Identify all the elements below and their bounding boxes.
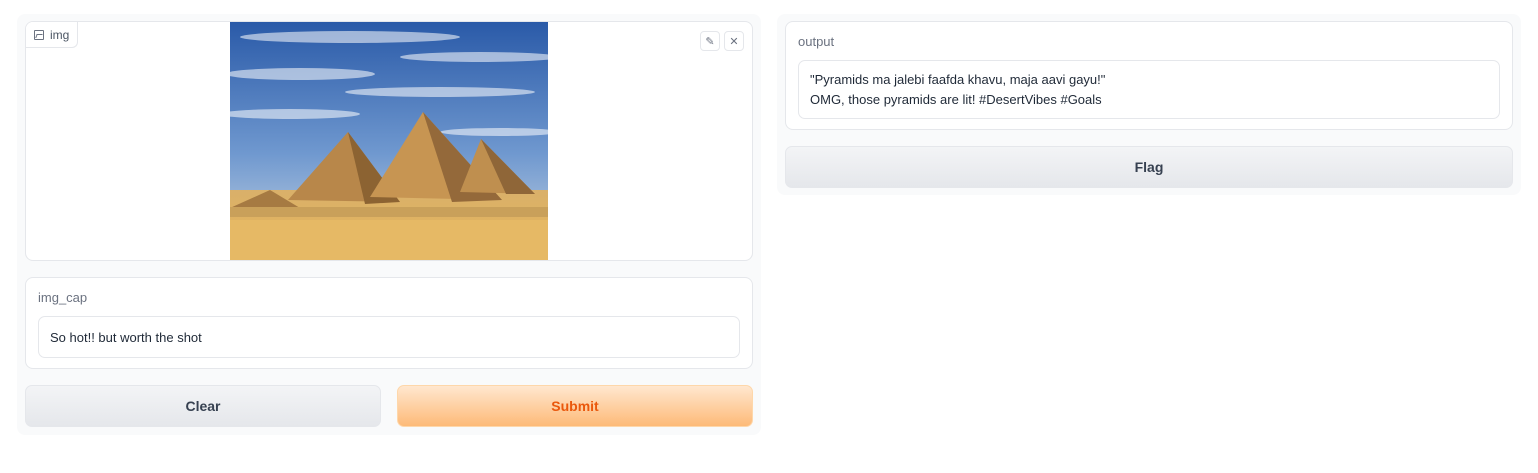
output-textbox[interactable]: "Pyramids ma jalebi faafda khavu, maja a… <box>798 60 1500 119</box>
pencil-icon[interactable]: ✎ <box>700 31 720 51</box>
output-line-2: OMG, those pyramids are lit! #DesertVibe… <box>810 92 1102 107</box>
output-block: output "Pyramids ma jalebi faafda khavu,… <box>785 21 1513 130</box>
caption-input[interactable]: So hot!! but worth the shot <box>38 316 740 358</box>
image-input-block[interactable]: img ✎ ✕ <box>25 21 753 261</box>
image-icon <box>34 29 44 40</box>
input-column: img ✎ ✕ img_cap So hot!! but worth the s… <box>17 14 761 435</box>
clear-button[interactable]: Clear <box>25 385 381 427</box>
close-icon[interactable]: ✕ <box>724 31 744 51</box>
submit-button[interactable]: Submit <box>397 385 753 427</box>
image-label-text: img <box>50 27 70 42</box>
pyramid-image <box>230 22 548 260</box>
caption-label: img_cap <box>38 290 88 305</box>
output-column: output "Pyramids ma jalebi faafda khavu,… <box>777 14 1521 195</box>
output-line-1: "Pyramids ma jalebi faafda khavu, maja a… <box>810 72 1106 87</box>
caption-input-block: img_cap So hot!! but worth the shot <box>25 277 753 369</box>
flag-button[interactable]: Flag <box>785 146 1513 188</box>
image-label: img <box>26 22 79 48</box>
output-label: output <box>798 34 835 49</box>
